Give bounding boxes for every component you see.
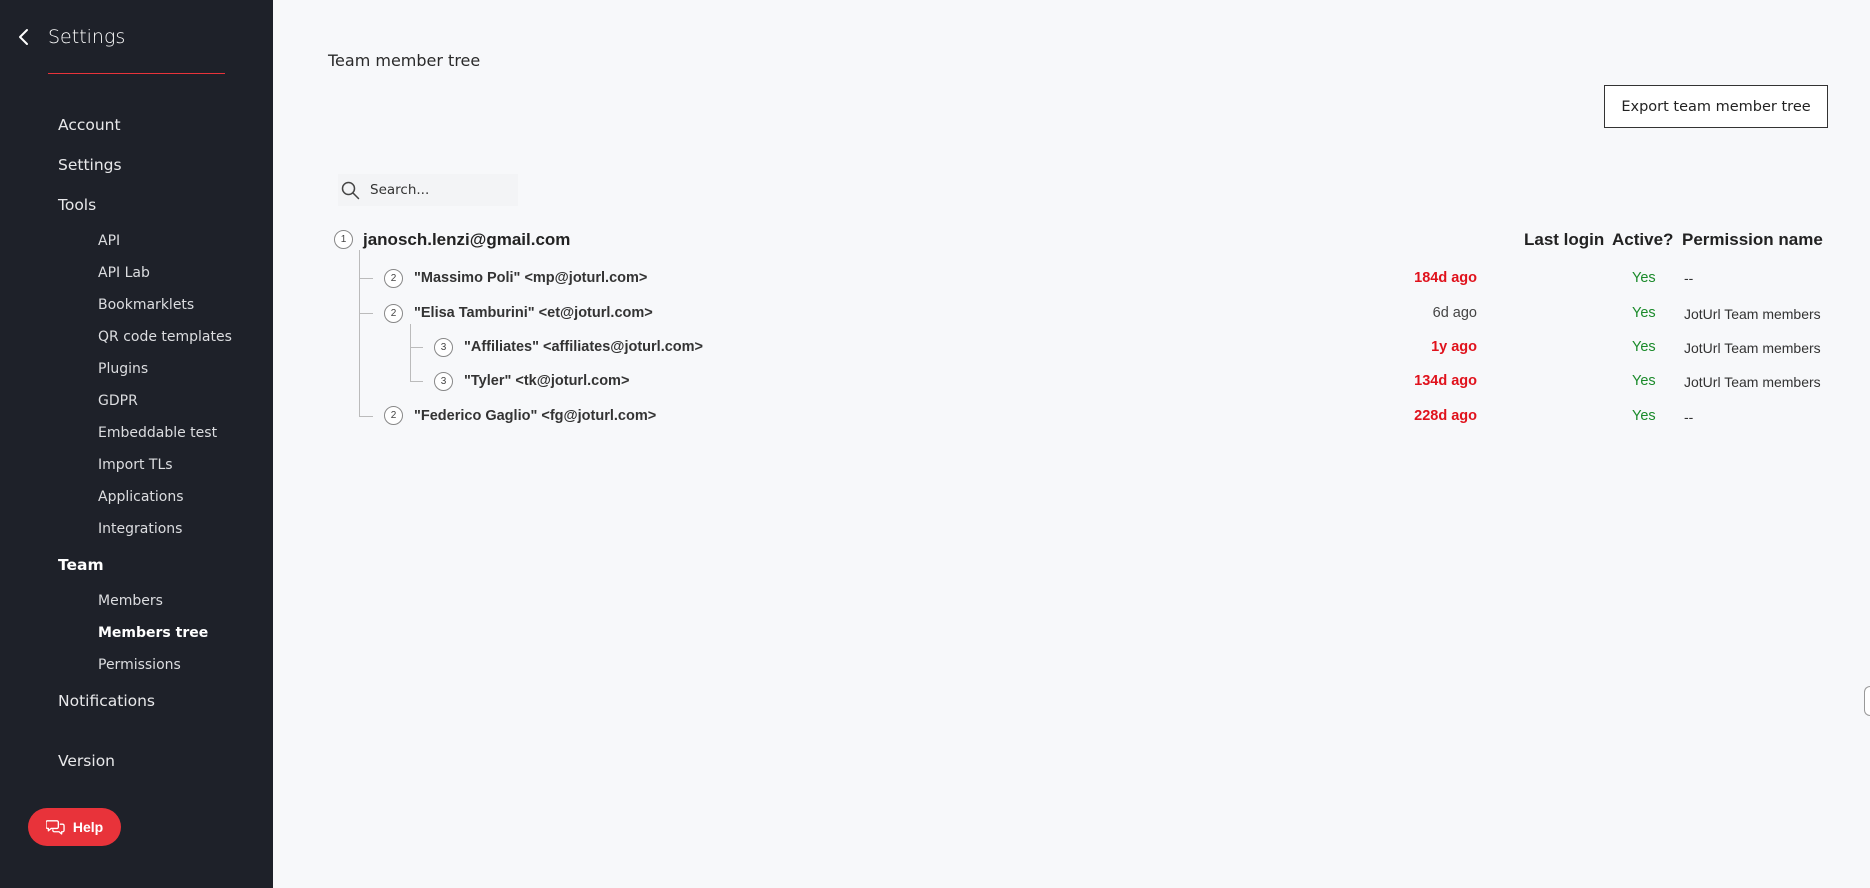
sidebar-item-settings[interactable]: Settings [58,156,122,174]
permission-value: JotUrl Team members [1684,340,1821,356]
sidebar: Settings Account Settings Tools API API … [0,0,273,888]
sidebar-item-api[interactable]: API [98,233,120,249]
tree-connector [359,278,373,279]
sidebar-item-team[interactable]: Team [58,556,104,574]
export-tree-button[interactable]: Export team member tree [1604,85,1828,128]
permission-value: -- [1684,270,1694,286]
sidebar-item-gdpr[interactable]: GDPR [98,393,138,409]
level-badge: 3 [434,372,453,391]
help-button[interactable]: Help [28,808,121,846]
help-label: Help [72,819,104,835]
sidebar-item-api-lab[interactable]: API Lab [98,265,150,281]
active-value: Yes [1632,270,1656,286]
tree-node-label[interactable]: "Tyler" <tk@joturl.com> [464,373,629,389]
tree-node-label[interactable]: "Affiliates" <affiliates@joturl.com> [464,339,703,355]
sidebar-title: Settings [48,26,126,48]
sidebar-item-qr-code-templates[interactable]: QR code templates [98,329,232,345]
sidebar-item-version[interactable]: Version [58,752,115,770]
column-header-last-login: Last login [1524,230,1605,249]
tree-connector [410,347,423,348]
tree-connector [359,250,360,416]
tree-connector [359,416,373,417]
sidebar-item-applications[interactable]: Applications [98,489,184,505]
column-header-active: Active? [1612,230,1674,249]
back-button[interactable]: Settings [14,26,125,48]
permission-value: JotUrl Team members [1684,306,1821,322]
level-badge: 1 [334,230,353,249]
tree-connector [359,313,373,314]
sidebar-item-plugins[interactable]: Plugins [98,361,148,377]
last-login-value: 1y ago [1431,339,1477,355]
search-box [338,174,518,206]
last-login-value: 6d ago [1432,305,1477,321]
tree-node-label[interactable]: "Massimo Poli" <mp@joturl.com> [414,270,647,286]
sidebar-item-tools[interactable]: Tools [58,196,96,214]
sidebar-item-integrations[interactable]: Integrations [98,521,182,537]
tree-connector [410,324,411,382]
permission-value: JotUrl Team members [1684,374,1821,390]
sidebar-item-members[interactable]: Members [98,593,163,609]
permission-value: -- [1684,409,1694,425]
level-badge: 2 [384,304,403,323]
sidebar-item-bookmarklets[interactable]: Bookmarklets [98,297,194,313]
title-underline [48,73,225,74]
sidebar-item-import-tls[interactable]: Import TLs [98,457,173,473]
sidebar-item-embeddable-test[interactable]: Embeddable test [98,425,217,441]
last-login-value: 184d ago [1414,270,1477,286]
page-title: Team member tree [328,51,481,70]
chat-bubbles-icon [45,820,65,835]
level-badge: 2 [384,406,403,425]
last-login-value: 228d ago [1414,408,1477,424]
tree-root-label: janosch.lenzi@gmail.com [363,230,571,249]
tree-connector [410,381,423,382]
active-value: Yes [1632,305,1656,321]
sidebar-item-account[interactable]: Account [58,116,121,134]
sidebar-item-notifications[interactable]: Notifications [58,692,155,710]
level-badge: 2 [384,269,403,288]
search-input[interactable] [370,182,510,198]
level-badge: 3 [434,338,453,357]
chevron-left-icon [19,29,28,45]
active-value: Yes [1632,339,1656,355]
last-login-value: 134d ago [1414,373,1477,389]
active-value: Yes [1632,408,1656,424]
search-icon [341,181,360,200]
side-panel-handle[interactable] [1864,686,1870,716]
column-header-permission: Permission name [1682,230,1823,249]
sidebar-item-members-tree[interactable]: Members tree [98,625,208,641]
main-content: Team member tree Export team member tree… [273,0,1870,888]
sidebar-item-permissions[interactable]: Permissions [98,657,181,673]
tree-node-label[interactable]: "Elisa Tamburini" <et@joturl.com> [414,305,653,321]
active-value: Yes [1632,373,1656,389]
tree-node-label[interactable]: "Federico Gaglio" <fg@joturl.com> [414,408,656,424]
